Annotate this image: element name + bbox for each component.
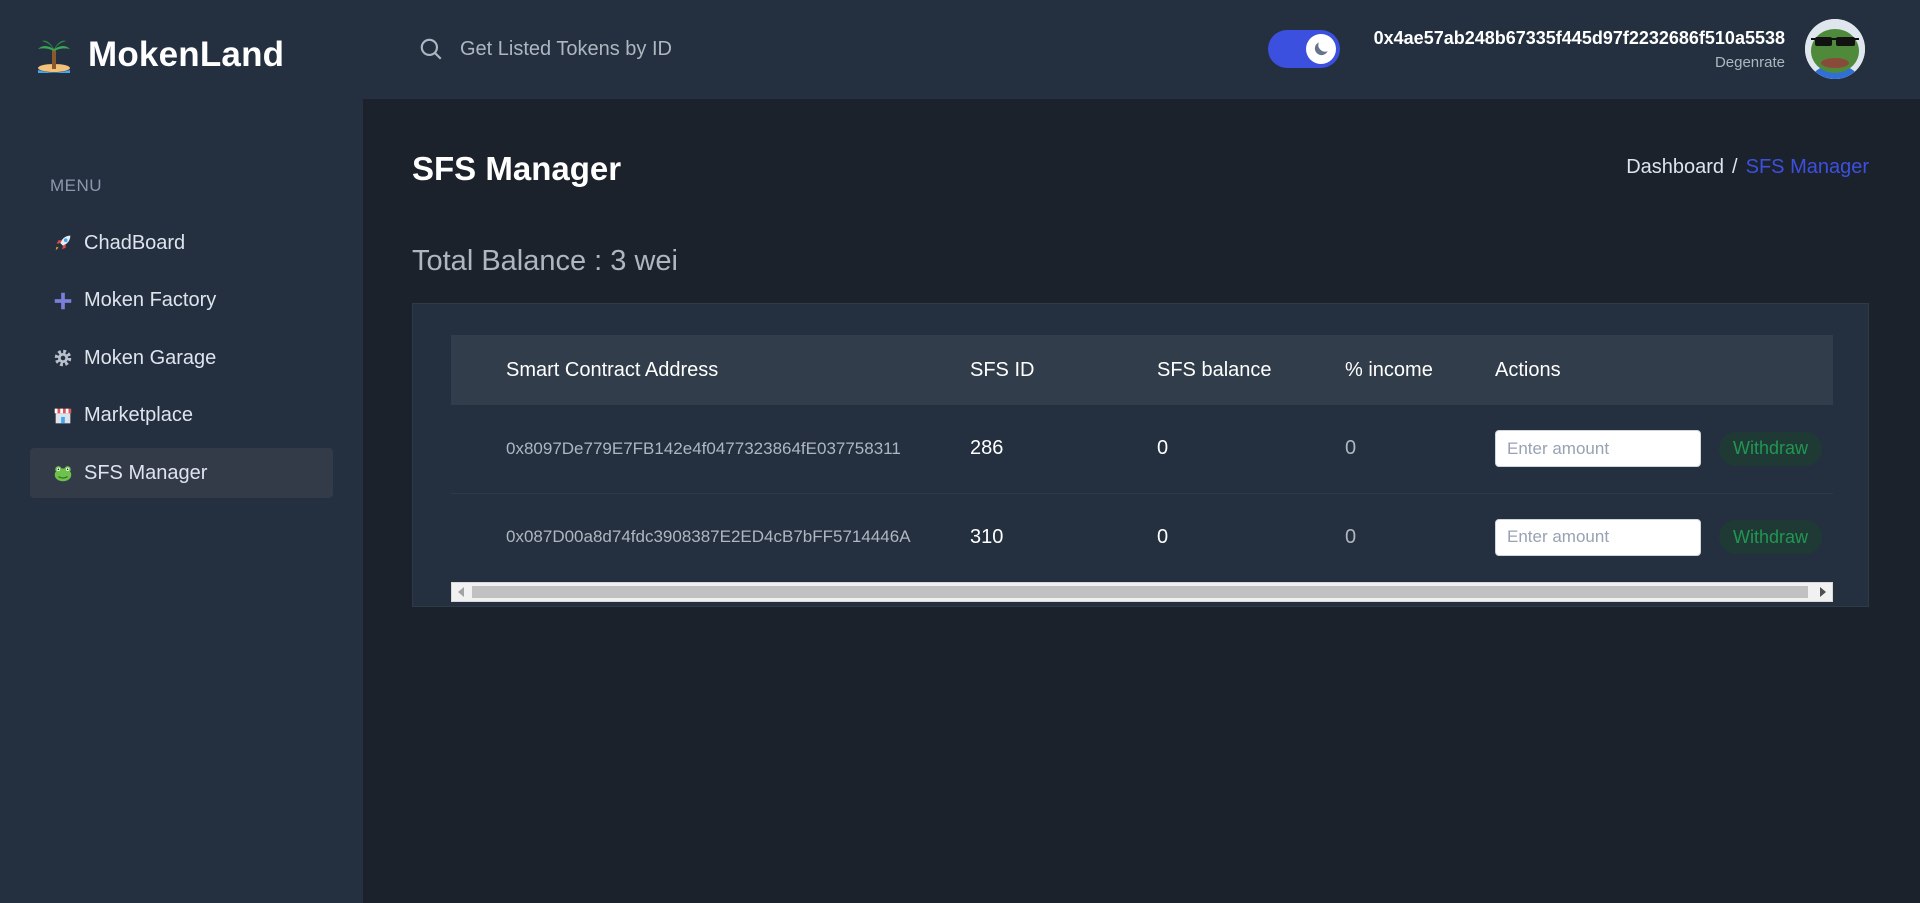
sfs-id: 286 <box>970 437 1004 460</box>
sfs-balance: 0 <box>1157 437 1169 460</box>
rocket-icon <box>52 232 74 254</box>
income-percent: 0 <box>1345 437 1357 460</box>
sidebar-item-label: Marketplace <box>84 404 193 426</box>
header-sfs-balance: SFS balance <box>1157 358 1272 381</box>
breadcrumb: Dashboard / SFS Manager <box>1626 156 1869 179</box>
amount-input[interactable] <box>1495 518 1701 556</box>
sidebar-item-label: Moken Factory <box>84 289 217 311</box>
scroll-left-icon[interactable] <box>452 583 470 601</box>
contract-address: 0x087D00a8d74fdc3908387E2ED4cB7bFF571444… <box>506 527 911 547</box>
horizontal-scrollbar[interactable] <box>451 582 1833 602</box>
row-actions: Withdraw <box>1495 518 1833 556</box>
contract-address: 0x8097De779E7FB142e4f0477323864fE0377583… <box>506 438 901 458</box>
store-icon <box>52 405 74 427</box>
income-percent: 0 <box>1345 525 1357 548</box>
actions-cell: Withdraw <box>1495 493 1833 581</box>
header-spacer <box>451 335 506 405</box>
header-income: % income <box>1345 358 1433 381</box>
breadcrumb-current: SFS Manager <box>1745 156 1869 178</box>
user-role: Degenrate <box>1714 54 1785 71</box>
table-row: 0x087D00a8d74fdc3908387E2ED4cB7bFF571444… <box>451 493 1833 581</box>
user-address: 0x4ae57ab248b67335f445d97f2232686f510a55… <box>1373 28 1785 48</box>
row-spacer <box>451 405 506 493</box>
header-sfs-id: SFS ID <box>970 358 1035 381</box>
table-scroll-container[interactable]: Smart Contract Address SFS ID SFS balanc… <box>451 335 1833 605</box>
breadcrumb-separator: / <box>1732 156 1738 178</box>
table-row: 0x8097De779E7FB142e4f0477323864fE0377583… <box>451 405 1833 493</box>
withdraw-button[interactable]: Withdraw <box>1719 431 1823 466</box>
search-bar <box>418 32 880 66</box>
plus-icon <box>52 290 74 312</box>
total-balance: Total Balance : 3 wei <box>412 245 678 277</box>
sfs-table-card: Smart Contract Address SFS ID SFS balanc… <box>412 303 1869 607</box>
sidebar-item-label: SFS Manager <box>84 461 208 484</box>
row-spacer <box>451 493 506 581</box>
sidebar-item-label: Moken Garage <box>84 346 217 369</box>
app-logo[interactable]: MokenLand <box>34 30 284 80</box>
sidebar-item-moken-factory[interactable]: Moken Factory <box>30 276 333 326</box>
sfs-table: Smart Contract Address SFS ID SFS balanc… <box>451 335 1833 581</box>
amount-input[interactable] <box>1495 430 1701 468</box>
sidebar-item-marketplace[interactable]: Marketplace <box>30 391 333 441</box>
row-actions: Withdraw <box>1495 430 1833 468</box>
user-info[interactable]: 0x4ae57ab248b67335f445d97f2232686f510a55… <box>1374 28 1785 71</box>
gear-icon <box>52 347 74 369</box>
sfs-balance: 0 <box>1157 525 1169 548</box>
header-address: Smart Contract Address <box>506 358 719 381</box>
search-input[interactable] <box>460 37 880 61</box>
sidebar-item-moken-garage[interactable]: Moken Garage <box>30 333 333 383</box>
sfs-id: 310 <box>970 525 1004 548</box>
breadcrumb-dashboard-link[interactable]: Dashboard <box>1626 156 1724 179</box>
actions-cell: Withdraw <box>1495 405 1833 493</box>
app-name: MokenLand <box>88 35 285 74</box>
header-actions: Actions <box>1495 358 1561 381</box>
menu-label: MENU <box>50 176 103 195</box>
sidebar-nav: ChadBoard Moken Factory Moken Garage Mar… <box>30 218 333 506</box>
moon-icon <box>1306 34 1336 64</box>
scroll-right-icon[interactable] <box>1814 583 1832 601</box>
page-title: SFS Manager <box>412 150 622 187</box>
avatar[interactable] <box>1805 19 1865 79</box>
sidebar-item-label: ChadBoard <box>84 231 186 254</box>
search-icon[interactable] <box>418 36 444 62</box>
palm-island-icon <box>34 35 74 75</box>
top-header: 0x4ae57ab248b67335f445d97f2232686f510a55… <box>363 0 1920 99</box>
table-header-row: Smart Contract Address SFS ID SFS balanc… <box>451 335 1833 405</box>
sidebar-item-chadboard[interactable]: ChadBoard <box>30 218 333 268</box>
theme-toggle[interactable] <box>1268 30 1340 68</box>
scrollbar-thumb[interactable] <box>472 586 1808 598</box>
sidebar-item-sfs-manager[interactable]: SFS Manager <box>30 448 333 498</box>
withdraw-button[interactable]: Withdraw <box>1719 520 1823 555</box>
frog-icon <box>52 462 74 484</box>
